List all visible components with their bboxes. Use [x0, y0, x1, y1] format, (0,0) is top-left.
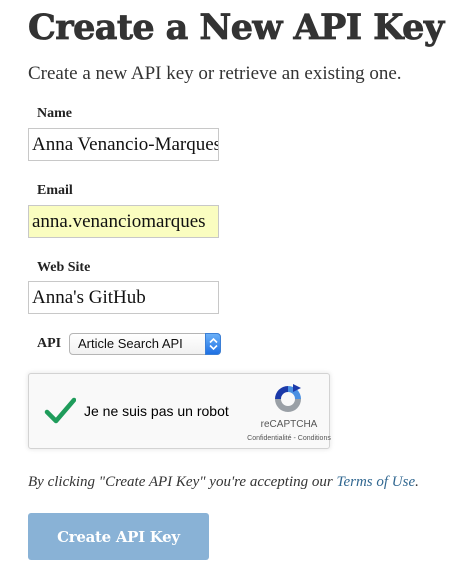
recaptcha-links: Confidentialité - Conditions: [225, 434, 353, 443]
terms-notice: By clicking "Create API Key" you're acce…: [28, 472, 419, 492]
api-label: API: [37, 336, 62, 351]
select-arrows-icon: [205, 333, 221, 355]
page-title: Create a New API Key: [28, 7, 445, 49]
recaptcha-widget: Je ne suis pas un robot reCAPTCHA Confid…: [28, 373, 331, 449]
terms-prefix: By clicking "Create API Key" you're acce…: [28, 474, 337, 490]
conditions-link[interactable]: Conditions: [298, 435, 331, 442]
terms-of-use-link[interactable]: Terms of Use: [336, 474, 415, 490]
email-input[interactable]: [28, 205, 219, 238]
checkmark-icon[interactable]: [44, 397, 76, 425]
privacy-link[interactable]: Confidentialité: [247, 435, 291, 442]
captcha-label: Je ne suis pas un robot: [84, 403, 229, 419]
page-subtitle: Create a new API key or retrieve an exis…: [28, 63, 402, 84]
website-label: Web Site: [37, 260, 91, 275]
api-select[interactable]: Article Search API: [69, 333, 221, 355]
recaptcha-brand: reCAPTCHA: [260, 419, 318, 430]
name-label: Name: [37, 106, 72, 121]
name-input[interactable]: [28, 128, 219, 161]
recaptcha-logo-icon: [275, 384, 301, 412]
create-api-key-button[interactable]: Create API Key: [28, 513, 209, 560]
api-select-value: Article Search API: [78, 336, 183, 351]
website-input[interactable]: [28, 281, 219, 314]
email-label: Email: [37, 183, 73, 198]
terms-suffix: .: [415, 474, 419, 490]
